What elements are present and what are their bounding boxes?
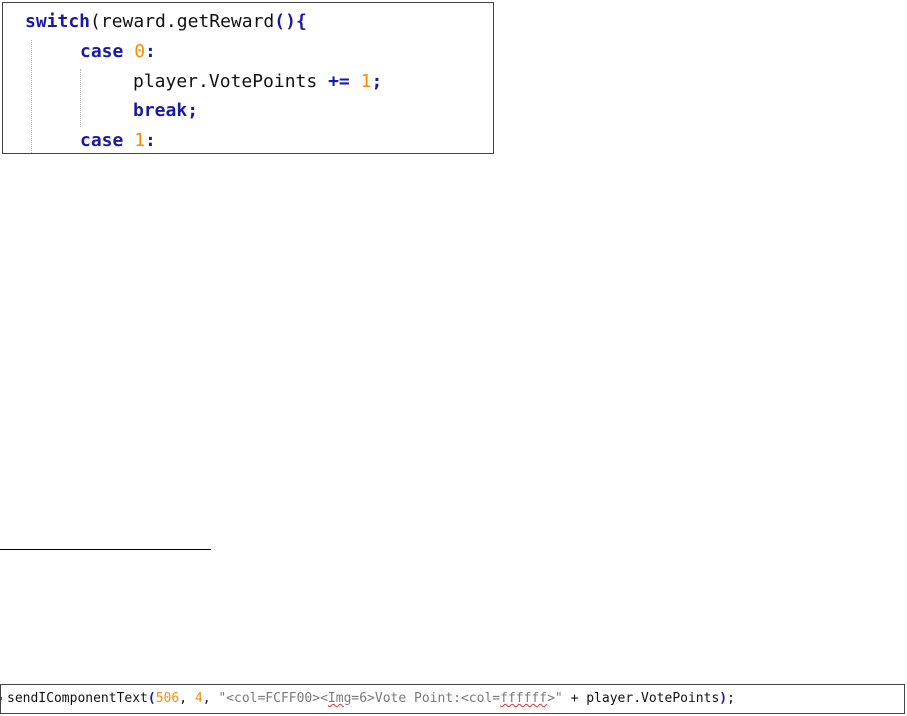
footnote-separator xyxy=(0,549,211,550)
line-marker xyxy=(1,697,2,700)
plus-equals-operator: += xyxy=(328,71,350,92)
keyword-case: case xyxy=(80,130,124,151)
comma: , xyxy=(179,691,195,706)
keyword-case: case xyxy=(80,41,124,62)
argument-index: 4 xyxy=(194,691,203,706)
code-snippet-send-text: sendIComponentText(506, 4, "<col=FCFF00>… xyxy=(0,684,905,714)
semicolon: ; xyxy=(187,100,199,121)
open-brace: { xyxy=(295,11,307,32)
increment-value: 1 xyxy=(360,71,372,92)
switch-expression: (reward.getReward xyxy=(90,11,275,32)
string-literal-part: >" xyxy=(547,691,563,706)
string-literal-part: =6>Vote Point:<col= xyxy=(351,691,501,706)
code-line-3: player.VotePoints += 1; xyxy=(133,67,382,96)
comma: , xyxy=(202,691,219,706)
misspelled-word: ffffff xyxy=(500,691,548,706)
code-line-1: switch(reward.getReward(){ xyxy=(25,7,307,36)
open-paren: ( xyxy=(147,691,156,706)
case-colon: : xyxy=(145,41,156,62)
case-value: 1 xyxy=(134,130,146,151)
case-value: 0 xyxy=(134,41,146,62)
close-paren: ) xyxy=(719,691,728,706)
code-line-4: break; xyxy=(133,96,198,125)
code-line: sendIComponentText(506, 4, "<col=FCFF00>… xyxy=(7,690,735,708)
indent-guide xyxy=(31,40,32,153)
call-parens: () xyxy=(274,11,296,32)
concat-expression: + player.VotePoints xyxy=(562,691,720,706)
keyword-switch: switch xyxy=(25,11,91,32)
code-line-5: case 1: xyxy=(80,126,156,153)
assignment-target: player.VotePoints xyxy=(133,71,329,92)
semicolon: ; xyxy=(371,71,383,92)
code-snippet-switch: switch(reward.getReward(){ case 0: playe… xyxy=(2,2,494,154)
argument-id: 506 xyxy=(155,691,180,706)
string-literal-part: "<col=FCFF00>< xyxy=(218,691,328,706)
code-line-2: case 0: xyxy=(80,37,156,66)
misspelled-word: Img xyxy=(327,691,352,706)
keyword-break: break xyxy=(133,100,188,121)
function-name: sendIComponentText xyxy=(7,691,148,706)
case-colon: : xyxy=(145,130,156,151)
semicolon: ; xyxy=(727,691,735,706)
indent-guide xyxy=(80,69,81,127)
